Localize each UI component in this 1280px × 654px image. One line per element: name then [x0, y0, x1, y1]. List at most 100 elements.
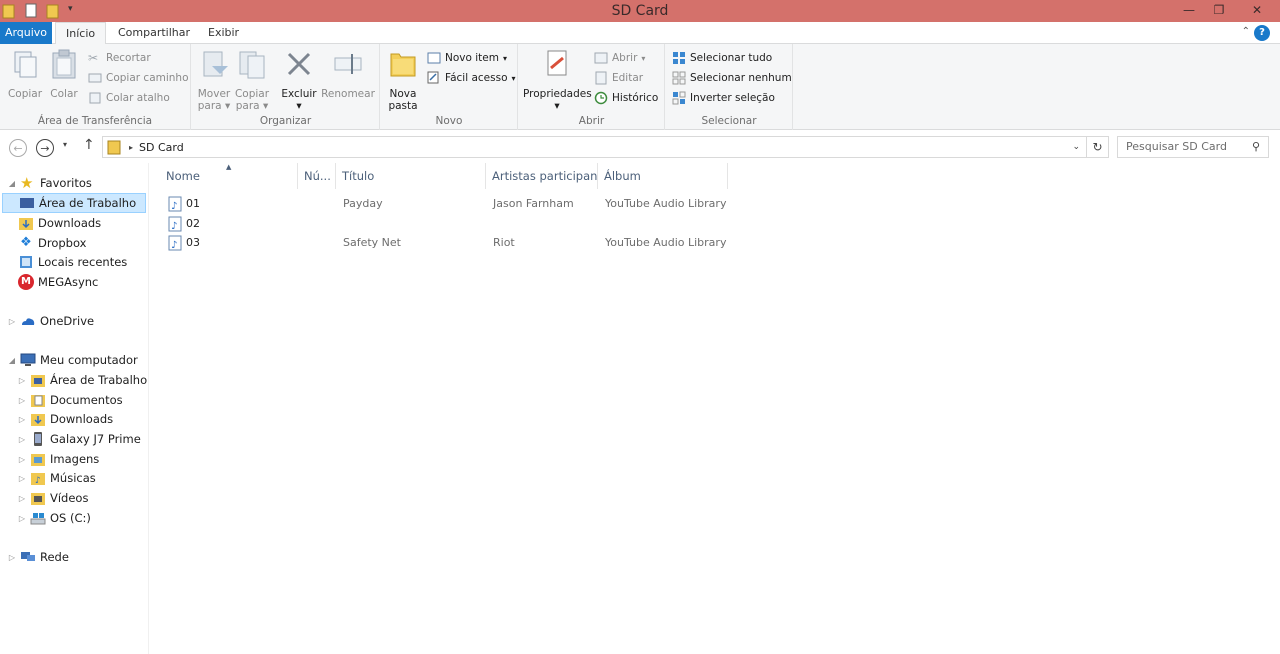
- history-button[interactable]: Histórico: [594, 89, 658, 107]
- breadcrumb-sd-card[interactable]: SD Card: [139, 141, 184, 154]
- drive-icon: [30, 513, 46, 525]
- collapsed-arrow-icon[interactable]: ▷: [18, 514, 26, 523]
- search-input[interactable]: Pesquisar SD Card ⚲: [1117, 136, 1269, 158]
- phone-icon: [34, 432, 42, 446]
- close-button[interactable]: ✕: [1234, 0, 1280, 20]
- computer-icon: [20, 353, 36, 366]
- collapsed-arrow-icon[interactable]: ▷: [18, 435, 26, 444]
- nav-fav-desktop[interactable]: Área de Trabalho: [2, 193, 146, 213]
- easy-access-button[interactable]: Fácil acesso ▾: [427, 69, 516, 87]
- nav-pc-pictures[interactable]: ▷ Imagens: [18, 449, 99, 469]
- address-dropdown-icon[interactable]: ⌄: [1072, 142, 1080, 152]
- cut-button[interactable]: ✂ Recortar: [88, 49, 151, 67]
- nav-pc-music[interactable]: ▷ ♪ Músicas: [18, 468, 96, 488]
- copy-to-button[interactable]: Copiar para ▾: [234, 48, 270, 112]
- nav-onedrive[interactable]: ▷ OneDrive: [8, 311, 94, 331]
- column-header-artists[interactable]: Artistas participan...: [486, 163, 598, 189]
- rename-button[interactable]: Renomear: [320, 48, 376, 100]
- maximize-button[interactable]: ❐: [1204, 0, 1234, 20]
- delete-button[interactable]: Excluir ▾: [280, 48, 318, 112]
- edit-icon: [595, 71, 607, 85]
- move-to-button[interactable]: Mover para ▾: [196, 48, 232, 112]
- nav-fav-recent[interactable]: Locais recentes: [18, 252, 127, 272]
- table-row[interactable]: ♪ 01 Payday Jason Farnham YouTube Audio L…: [164, 194, 1274, 214]
- column-header-number[interactable]: Nú...: [298, 163, 336, 189]
- refresh-icon[interactable]: ↻: [1086, 137, 1108, 157]
- tab-share[interactable]: Compartilhar: [108, 22, 200, 44]
- minimize-button[interactable]: —: [1174, 0, 1204, 20]
- nav-pc-documents[interactable]: ▷ Documentos: [18, 390, 123, 410]
- column-header-title[interactable]: Título: [336, 163, 486, 189]
- select-none-button[interactable]: Selecionar nenhum: [672, 69, 792, 87]
- file-album: YouTube Audio Library: [605, 236, 727, 249]
- audio-file-icon: ♪: [168, 235, 182, 251]
- window-title: SD Card: [611, 3, 669, 19]
- properties-icon: [547, 50, 567, 76]
- select-all-button[interactable]: Selecionar tudo: [672, 49, 772, 67]
- table-row[interactable]: ♪ 02: [164, 214, 1274, 234]
- invert-selection-icon: [672, 91, 686, 105]
- recent-places-icon: [20, 256, 32, 268]
- collapsed-arrow-icon[interactable]: ▷: [18, 455, 26, 464]
- tab-view[interactable]: Exibir: [198, 22, 249, 44]
- nav-pc-galaxy[interactable]: ▷ Galaxy J7 Prime: [18, 429, 141, 449]
- paste-shortcut-icon: [89, 92, 101, 104]
- back-button[interactable]: ←: [9, 139, 27, 157]
- expanded-arrow-icon[interactable]: ◢: [8, 179, 16, 188]
- nav-fav-dropbox[interactable]: ❖ Dropbox: [18, 233, 86, 253]
- tab-file[interactable]: Arquivo: [0, 22, 52, 44]
- nav-pc-drive-c[interactable]: ▷ OS (C:): [18, 508, 91, 528]
- new-folder-icon: [390, 53, 416, 77]
- arrow-right-icon: →: [40, 141, 50, 155]
- collapsed-arrow-icon[interactable]: ▷: [8, 317, 16, 326]
- recent-locations-icon[interactable]: ▾: [63, 140, 67, 149]
- up-button[interactable]: ↑: [83, 137, 95, 153]
- breadcrumb-separator-icon[interactable]: ▸: [129, 143, 133, 152]
- copy-button[interactable]: Copiar: [6, 48, 44, 100]
- properties-button[interactable]: Propriedades ▾: [523, 48, 592, 112]
- collapsed-arrow-icon[interactable]: ▷: [8, 553, 16, 562]
- new-folder-button[interactable]: Nova pasta: [385, 48, 421, 112]
- collapsed-arrow-icon[interactable]: ▷: [18, 474, 26, 483]
- nav-fav-megasync[interactable]: M MEGAsync: [18, 272, 98, 292]
- cloud-icon: [22, 318, 35, 325]
- paste-shortcut-button[interactable]: Colar atalho: [88, 89, 170, 107]
- file-name: 02: [186, 217, 200, 230]
- address-bar[interactable]: ▸ SD Card ⌄ ↻: [102, 136, 1109, 158]
- column-header-album[interactable]: Álbum: [598, 163, 728, 189]
- ribbon-collapse-icon[interactable]: ⌃: [1242, 26, 1250, 37]
- open-button[interactable]: Abrir ▾: [594, 49, 645, 67]
- edit-button[interactable]: Editar: [594, 69, 643, 87]
- collapsed-arrow-icon[interactable]: ▷: [18, 494, 26, 503]
- select-group-label: Selecionar: [701, 115, 757, 127]
- tab-home[interactable]: Início: [55, 22, 107, 45]
- expanded-arrow-icon[interactable]: ◢: [8, 356, 16, 365]
- svg-text:♪: ♪: [171, 240, 177, 251]
- nav-pc-videos[interactable]: ▷ Vídeos: [18, 488, 88, 508]
- svg-text:♪: ♪: [171, 221, 177, 232]
- nav-favorites[interactable]: ◢ ★ Favoritos: [8, 173, 92, 193]
- nav-fav-downloads[interactable]: Downloads: [18, 213, 101, 233]
- audio-file-icon: ♪: [168, 196, 182, 212]
- nav-computer[interactable]: ◢ Meu computador: [8, 350, 138, 370]
- table-row[interactable]: ♪ 03 Safety Net Riot YouTube Audio Librar…: [164, 233, 1274, 253]
- help-icon[interactable]: ?: [1254, 25, 1270, 41]
- nav-pc-desktop[interactable]: ▷ Área de Trabalho: [18, 370, 147, 390]
- paste-button[interactable]: Colar: [46, 48, 82, 100]
- collapsed-arrow-icon[interactable]: ▷: [18, 376, 26, 385]
- ribbon-tabs: Arquivo Início Compartilhar Exibir ⌃ ?: [0, 22, 1280, 45]
- collapsed-arrow-icon[interactable]: ▷: [18, 415, 26, 424]
- svg-text:♪: ♪: [171, 201, 177, 212]
- column-header-name[interactable]: Nome: [160, 163, 298, 189]
- videos-folder-icon: [31, 493, 45, 505]
- file-artist: Riot: [493, 236, 515, 249]
- new-item-button[interactable]: Novo item ▾: [427, 49, 507, 67]
- collapsed-arrow-icon[interactable]: ▷: [18, 396, 26, 405]
- forward-button[interactable]: →: [36, 139, 54, 157]
- file-album: YouTube Audio Library: [605, 197, 727, 210]
- copy-path-button[interactable]: Copiar caminho: [88, 69, 189, 87]
- nav-network[interactable]: ▷ Rede: [8, 547, 69, 567]
- nav-pc-downloads[interactable]: ▷ Downloads: [18, 409, 113, 429]
- title-bar: ▾ SD Card — ❐ ✕: [0, 0, 1280, 22]
- invert-selection-button[interactable]: Inverter seleção: [672, 89, 775, 107]
